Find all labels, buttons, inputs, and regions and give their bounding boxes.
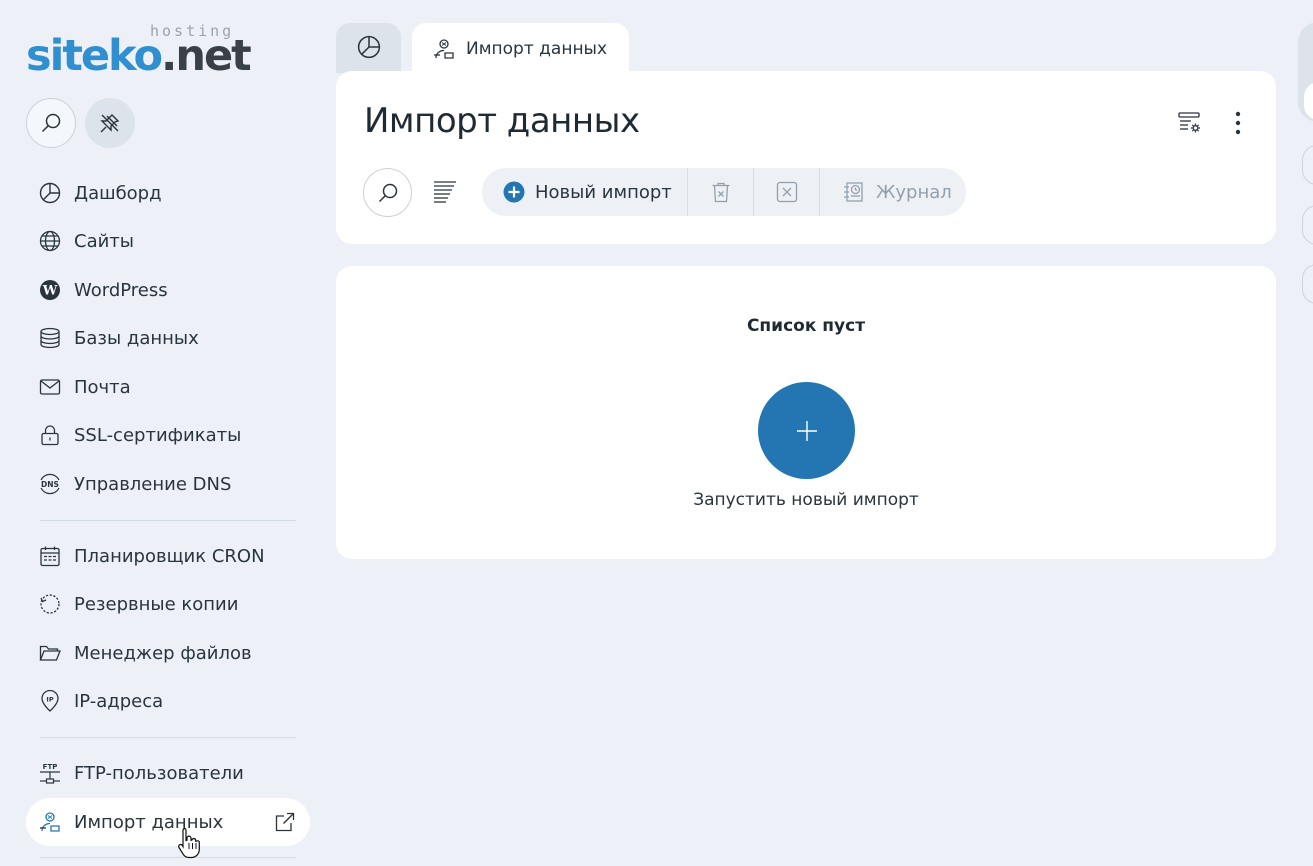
sidebar-item-wordpress[interactable]: W WordPress: [26, 266, 310, 314]
sidebar-item-label: Дашборд: [74, 182, 162, 204]
content-card: Список пуст Запустить новый импорт: [336, 266, 1276, 559]
more-menu-button[interactable]: [1224, 109, 1252, 137]
sidebar-item-label: IP-адреса: [74, 690, 164, 712]
svg-text:DNS: DNS: [41, 480, 59, 489]
tab-label: Импорт данных: [466, 39, 608, 59]
right-panel-button[interactable]: [1302, 264, 1313, 304]
import-user-icon: [432, 37, 456, 61]
journal-clock-icon: [842, 181, 866, 203]
sidebar-item-label: SSL-сертификаты: [74, 424, 242, 446]
plus-circle-icon: [503, 181, 525, 203]
sidebar-item-mail[interactable]: Почта: [26, 363, 310, 411]
sidebar-item-databases[interactable]: Базы данных: [26, 314, 310, 362]
sidebar-item-label: FTP-пользователи: [74, 762, 244, 784]
sidebar-item-ssl[interactable]: SSL-сертификаты: [26, 411, 310, 459]
sidebar-divider: [40, 857, 296, 858]
log-button[interactable]: Журнал: [820, 168, 952, 216]
close-square-icon: [776, 181, 798, 203]
plus-icon: [795, 419, 819, 443]
log-label: Журнал: [876, 181, 952, 203]
sidebar-item-import[interactable]: Импорт данных: [26, 798, 310, 846]
sidebar-item-dashboard[interactable]: Дашборд: [26, 169, 310, 217]
tab-import[interactable]: Импорт данных: [412, 23, 629, 75]
sidebar-item-label: Резервные копии: [74, 593, 239, 615]
sidebar-item-label: Почта: [74, 376, 131, 398]
sidebar-divider: [40, 520, 296, 521]
sidebar-item-ip[interactable]: IP IP-адреса: [26, 677, 310, 725]
ftp-icon: FTP: [38, 761, 62, 785]
dashboard-pie-icon: [357, 35, 381, 59]
logo-name-part-b: .net: [161, 31, 252, 81]
more-vertical-icon: [1235, 111, 1241, 135]
sidebar-divider: [40, 737, 296, 738]
sidebar-item-label: Сайты: [74, 230, 134, 252]
wordpress-icon: W: [38, 278, 62, 302]
sidebar-pin-button[interactable]: [85, 98, 135, 148]
filter-lines-icon: [432, 179, 458, 205]
hand-cursor-icon: [176, 826, 202, 860]
mail-icon: [38, 375, 62, 399]
unpin-icon: [98, 111, 122, 135]
search-icon: [376, 181, 400, 205]
filter-button[interactable]: [432, 179, 458, 205]
delete-button[interactable]: [688, 168, 754, 216]
list-settings-icon: [1177, 110, 1203, 136]
ip-pin-icon: IP: [38, 689, 62, 713]
search-icon: [39, 111, 63, 135]
open-in-new-window-icon[interactable]: [274, 811, 296, 833]
logo-wordmark: siteko.net: [26, 31, 252, 81]
empty-state-title: Список пуст: [746, 316, 866, 336]
header-card: Импорт данных Новый импорт Журнал: [336, 71, 1276, 244]
globe-icon: [38, 229, 62, 253]
sidebar-item-label: WordPress: [74, 279, 168, 301]
tab-dashboard[interactable]: [336, 23, 401, 73]
dashboard-pie-icon: [38, 181, 62, 205]
sidebar-item-label: Базы данных: [74, 327, 199, 349]
svg-text:FTP: FTP: [43, 763, 58, 771]
backup-icon: [38, 592, 62, 616]
sidebar-item-label: Управление DNS: [74, 473, 232, 495]
sidebar-item-label: Планировщик CRON: [74, 545, 265, 567]
svg-text:W: W: [42, 284, 58, 299]
cancel-button[interactable]: [754, 168, 820, 216]
sidebar-item-label: Менеджер файлов: [74, 642, 252, 664]
new-import-button[interactable]: Новый импорт: [482, 168, 688, 216]
sidebar-item-sites[interactable]: Сайты: [26, 217, 310, 265]
toolbar-actions: Новый импорт Журнал: [482, 168, 966, 216]
database-icon: [38, 326, 62, 350]
brand-logo[interactable]: hosting siteko.net: [26, 22, 266, 80]
toolbar-search-button[interactable]: [363, 168, 412, 217]
sidebar-item-file-manager[interactable]: Менеджер файлов: [26, 629, 310, 677]
page-title: Импорт данных: [364, 101, 640, 141]
import-user-icon: [38, 810, 62, 834]
start-new-import-button[interactable]: [758, 382, 855, 479]
new-import-label: Новый импорт: [535, 181, 672, 203]
sidebar-item-cron[interactable]: Планировщик CRON: [26, 532, 310, 580]
sidebar-search-button[interactable]: [26, 98, 76, 148]
svg-text:IP: IP: [46, 696, 53, 704]
sidebar-item-ftp[interactable]: FTP FTP-пользователи: [26, 749, 310, 797]
folder-icon: [38, 641, 62, 665]
calendar-icon: [38, 544, 62, 568]
sidebar-item-backups[interactable]: Резервные копии: [26, 580, 310, 628]
right-panel-button[interactable]: [1302, 205, 1313, 245]
logo-name-part-a: siteko: [26, 31, 163, 81]
lock-icon: [38, 423, 62, 447]
sidebar-item-dns[interactable]: DNS Управление DNS: [26, 460, 310, 508]
trash-icon: [711, 181, 731, 203]
dns-icon: DNS: [38, 472, 62, 496]
list-settings-button[interactable]: [1176, 109, 1204, 137]
empty-state-action-label[interactable]: Запустить новый импорт: [336, 490, 1276, 510]
right-panel-button[interactable]: [1302, 145, 1313, 185]
